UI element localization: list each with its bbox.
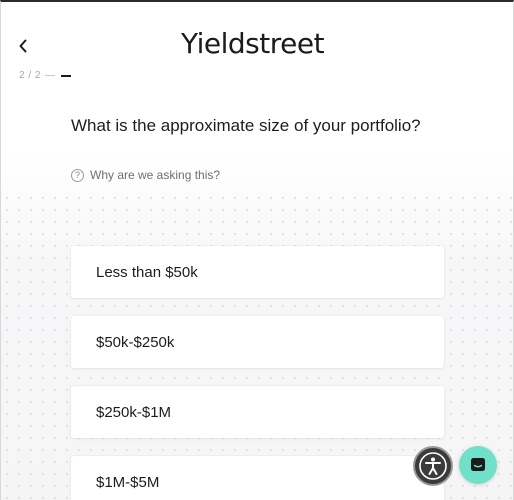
- progress-line-active: [60, 74, 71, 77]
- chat-icon: [471, 458, 485, 471]
- accessibility-icon: [419, 452, 447, 480]
- why-asking-text: Why are we asking this?: [90, 168, 221, 182]
- accessibility-button[interactable]: [413, 446, 453, 486]
- option-less-than-50k[interactable]: Less than $50k: [71, 246, 444, 298]
- option-250k-1m[interactable]: $250k-$1M: [71, 386, 444, 438]
- back-button[interactable]: [13, 36, 33, 56]
- progress-line-grey: [44, 75, 55, 76]
- question-title: What is the approximate size of your por…: [71, 116, 421, 135]
- question-circle-icon: ?: [71, 168, 84, 182]
- step-counter: 2 / 2: [19, 70, 41, 81]
- option-50k-250k[interactable]: $50k-$250k: [71, 316, 444, 368]
- chat-button[interactable]: [459, 446, 497, 484]
- option-1m-5m[interactable]: $1M-$5M: [71, 456, 444, 500]
- step-progress: 2 / 2: [19, 70, 71, 81]
- why-asking-link[interactable]: ? Why are we asking this?: [71, 168, 220, 182]
- page-frame: Yieldstreet 2 / 2 What is the approximat…: [0, 0, 514, 500]
- chevron-left-icon: [19, 39, 27, 53]
- yieldstreet-logo: Yieldstreet: [181, 27, 325, 60]
